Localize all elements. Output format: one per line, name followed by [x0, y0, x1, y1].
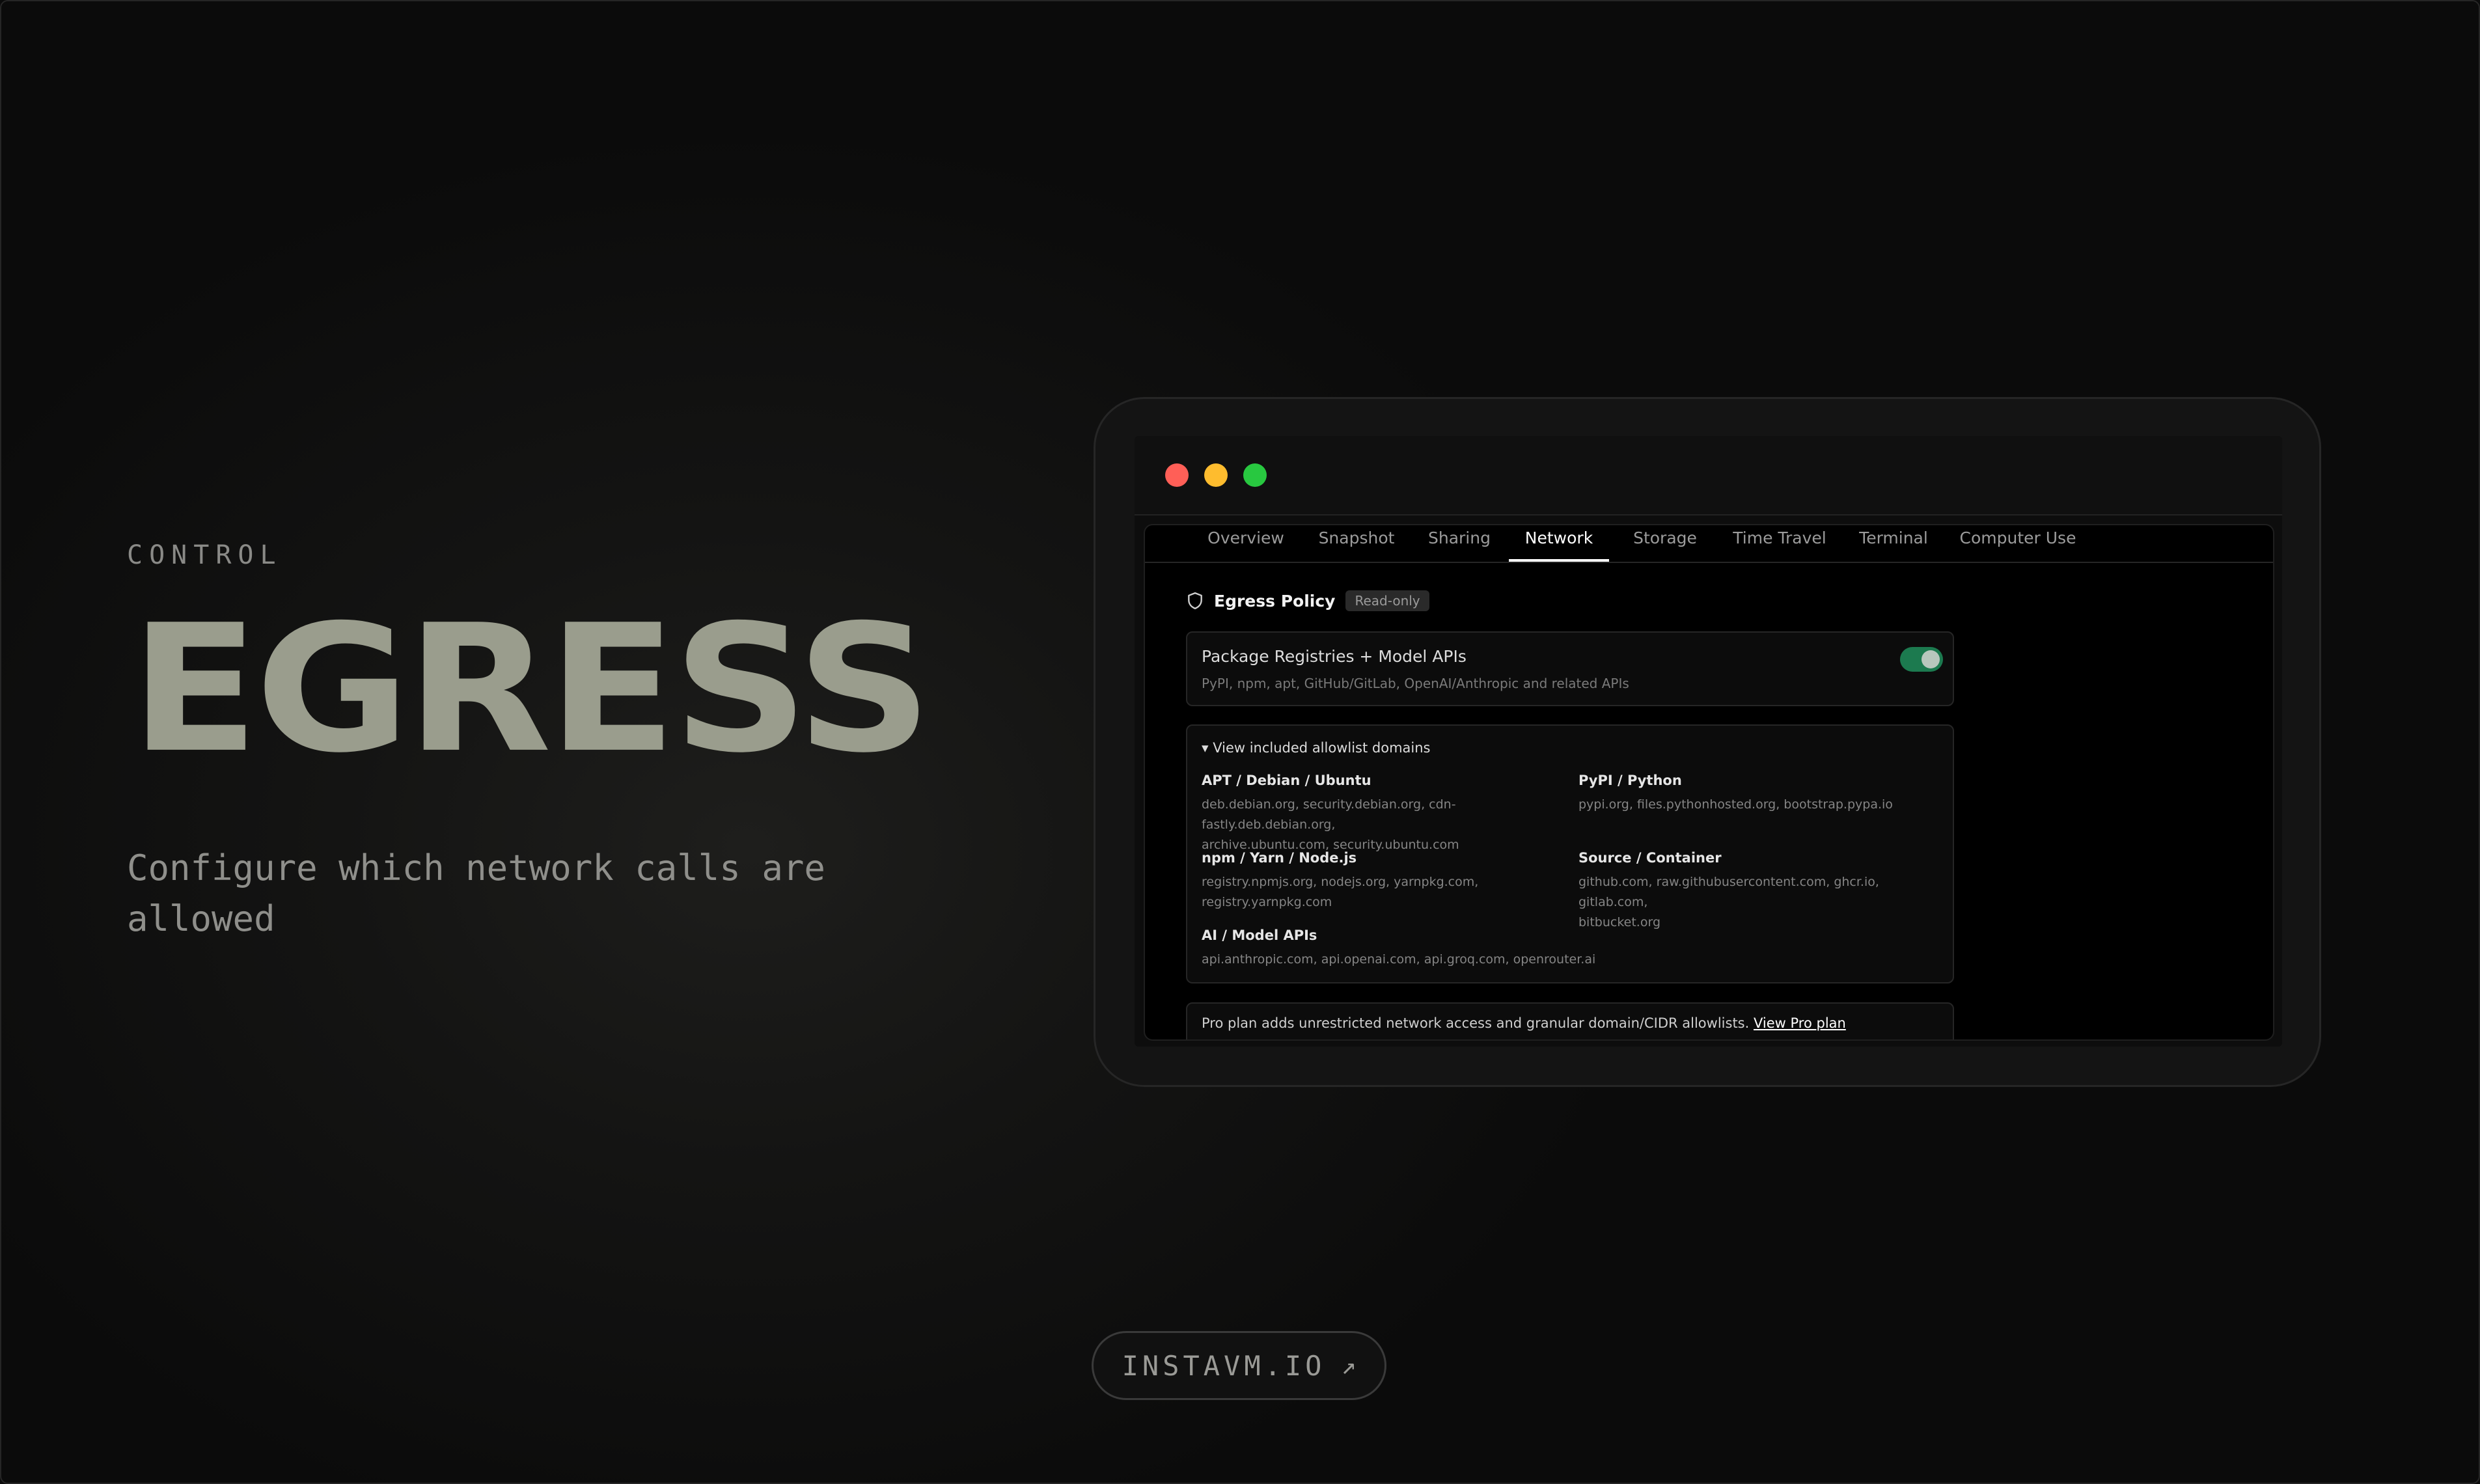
tab-sharing[interactable]: Sharing	[1417, 525, 1502, 560]
domain-group-ai: AI / Model APIs api.anthropic.com, api.o…	[1202, 928, 1722, 970]
preset-card: Package Registries + Model APIs PyPI, np…	[1186, 631, 1954, 706]
domain-group-title: AI / Model APIs	[1202, 928, 1317, 943]
tab-time-travel[interactable]: Time Travel	[1721, 525, 1838, 560]
egress-policy-title: Egress Policy	[1214, 591, 1336, 611]
domain-line: api.anthropic.com, api.openai.com, api.g…	[1202, 952, 1596, 967]
allowlist-card: ▾ View included allowlist domains APT / …	[1186, 724, 1954, 983]
egress-policy-header: Egress Policy Read-only	[1187, 588, 1429, 614]
domain-line: registry.npmjs.org, nodejs.org, yarnpkg.…	[1202, 875, 1479, 889]
tab-computer-use[interactable]: Computer Use	[1949, 525, 2087, 560]
pro-plan-note: Pro plan adds unrestricted network acces…	[1202, 1015, 1846, 1031]
domain-line: github.com, raw.githubusercontent.com, g…	[1578, 875, 1879, 909]
view-pro-plan-link[interactable]: View Pro plan	[1754, 1015, 1846, 1031]
tab-overview[interactable]: Overview	[1197, 525, 1295, 560]
domain-list: deb.debian.org, security.debian.org, cdn…	[1202, 795, 1566, 855]
tab-storage[interactable]: Storage	[1621, 525, 1709, 560]
preset-description: PyPI, npm, apt, GitHub/GitLab, OpenAI/An…	[1202, 676, 1629, 691]
cta-label: INSTAVM.IO	[1122, 1349, 1326, 1382]
domain-group-source: Source / Container github.com, raw.githu…	[1578, 850, 1943, 933]
minimize-window-button[interactable]	[1204, 463, 1228, 487]
domain-line: registry.yarnpkg.com	[1202, 895, 1332, 909]
domain-line: pypi.org, files.pythonhosted.org, bootst…	[1578, 797, 1893, 812]
tab-network[interactable]: Network	[1509, 525, 1609, 562]
domain-list: registry.npmjs.org, nodejs.org, yarnpkg.…	[1202, 872, 1566, 913]
domain-group-apt: APT / Debian / Ubuntu deb.debian.org, se…	[1202, 773, 1566, 855]
pro-plan-text: Pro plan adds unrestricted network acces…	[1202, 1015, 1750, 1031]
domain-group-pypi: PyPI / Python pypi.org, files.pythonhost…	[1578, 773, 1943, 815]
domain-group-title: APT / Debian / Ubuntu	[1202, 773, 1371, 788]
domain-group-npm: npm / Yarn / Node.js registry.npmjs.org,…	[1202, 850, 1566, 913]
tab-terminal[interactable]: Terminal	[1849, 525, 1938, 560]
domain-line: deb.debian.org, security.debian.org, cdn…	[1202, 797, 1456, 832]
hero-title: EGRESS	[130, 587, 932, 792]
app-window: Overview Snapshot Sharing Network Storag…	[1135, 436, 2282, 1047]
arrow-up-right-icon: ↗	[1341, 1351, 1357, 1380]
shield-icon	[1188, 592, 1202, 610]
close-window-button[interactable]	[1165, 463, 1189, 487]
domain-list: api.anthropic.com, api.openai.com, api.g…	[1202, 950, 1722, 970]
settings-panel: Overview Snapshot Sharing Network Storag…	[1144, 524, 2274, 1041]
maximize-window-button[interactable]	[1243, 463, 1267, 487]
domain-list: pypi.org, files.pythonhosted.org, bootst…	[1578, 795, 1943, 815]
tab-bar: Overview Snapshot Sharing Network Storag…	[1145, 525, 2273, 563]
allowlist-disclosure[interactable]: ▾ View included allowlist domains	[1202, 740, 1430, 756]
tab-snapshot[interactable]: Snapshot	[1308, 525, 1405, 560]
eyebrow-label: CONTROL	[127, 540, 282, 570]
domain-group-title: npm / Yarn / Node.js	[1202, 850, 1357, 866]
pro-plan-card: Pro plan adds unrestricted network acces…	[1186, 1002, 1954, 1039]
preset-title: Package Registries + Model APIs	[1202, 647, 1467, 666]
domain-list: github.com, raw.githubusercontent.com, g…	[1578, 872, 1943, 933]
instavm-link-button[interactable]: INSTAVM.IO ↗	[1092, 1331, 1386, 1400]
read-only-badge: Read-only	[1345, 590, 1429, 611]
hero-subtitle: Configure which network calls are allowe…	[127, 847, 825, 939]
domain-group-title: PyPI / Python	[1578, 773, 1682, 788]
window-titlebar	[1135, 436, 2282, 515]
toggle-knob	[1922, 650, 1940, 668]
preset-toggle[interactable]	[1900, 647, 1943, 672]
domain-group-title: Source / Container	[1578, 850, 1722, 866]
